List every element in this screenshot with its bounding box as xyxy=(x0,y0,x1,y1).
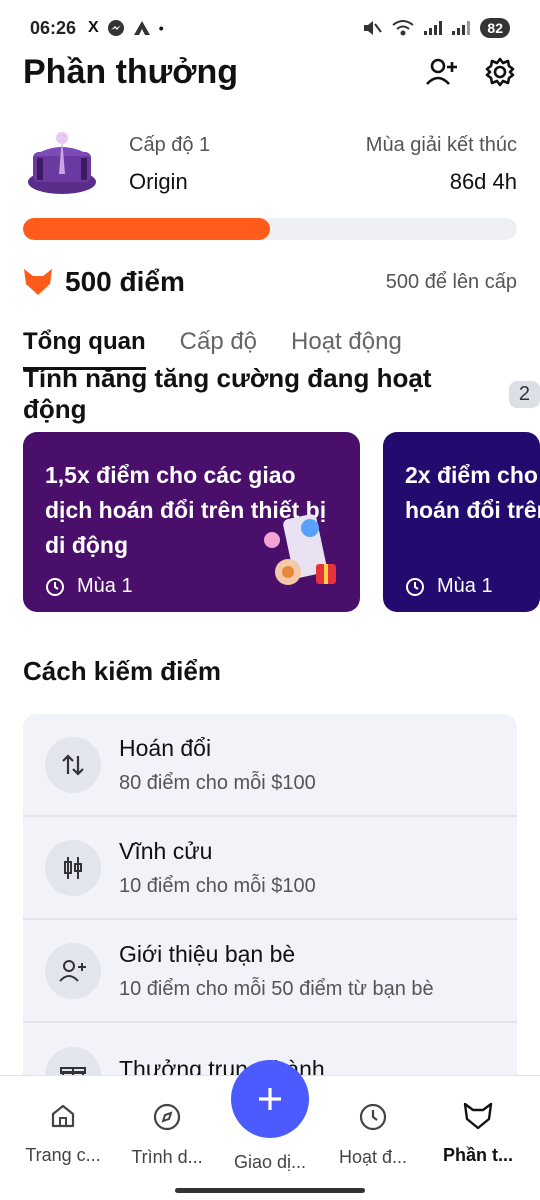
clock-icon xyxy=(46,577,64,596)
earn-item-perpetual[interactable]: Vĩnh cửu 10 điểm cho mỗi $100 xyxy=(23,817,517,920)
fox-icon xyxy=(463,1102,493,1130)
earn-item-subtitle: 10 điểm cho mỗi 50 điểm từ bạn bè xyxy=(119,977,434,1000)
level-summary[interactable]: Cấp độ 1 Origin Mùa giải kết thúc 86d 4h xyxy=(23,124,517,204)
candlestick-icon xyxy=(64,856,82,879)
boost-card-text: 2x điểm cho hoán đổi trên xyxy=(405,462,540,523)
earn-item-title: Hoán đổi xyxy=(119,734,212,761)
boost-card[interactable]: 2x điểm cho hoán đổi trên Mùa 1 xyxy=(383,432,540,612)
season-label: Mùa giải kết thúc xyxy=(365,134,517,156)
signal-icon xyxy=(424,21,443,35)
boost-card[interactable]: 1,5x điểm cho các giao dịch hoán đổi trê… xyxy=(23,432,360,612)
messenger-icon xyxy=(107,20,124,36)
boost-cards-carousel[interactable]: 1,5x điểm cho các giao dịch hoán đổi trê… xyxy=(23,432,540,612)
level-name: Origin xyxy=(129,169,188,194)
page-title: Phần thưởng xyxy=(23,52,238,91)
season-remaining: 86d 4h xyxy=(449,169,517,194)
fox-icon xyxy=(24,269,52,295)
page-header: Phần thưởng xyxy=(23,44,517,100)
add-friend-button[interactable] xyxy=(425,55,459,89)
wifi-icon xyxy=(392,20,415,36)
boost-card-season: Mùa 1 xyxy=(77,575,133,597)
nav-label: Trang c... xyxy=(25,1145,101,1165)
trade-fab-button[interactable] xyxy=(231,1060,309,1138)
level-progress-bar xyxy=(23,218,517,240)
boost-card-season: Mùa 1 xyxy=(437,575,493,597)
boosts-count-badge: 2 xyxy=(508,380,540,408)
clock-icon xyxy=(359,1103,387,1131)
level-progress-fill xyxy=(23,218,270,240)
points-value: 500 điểm xyxy=(65,266,185,297)
clock-icon xyxy=(406,577,424,596)
add-user-icon xyxy=(59,959,86,982)
earn-points-title: Cách kiếm điểm xyxy=(23,656,221,686)
level-art-icon xyxy=(28,132,96,194)
points-row: 500 điểm 500 để lên cấp xyxy=(23,262,517,302)
nav-label: Giao dị... xyxy=(233,1152,307,1172)
nav-item-activity[interactable]: Hoạt đ... xyxy=(323,1102,423,1168)
nav-label: Trình d... xyxy=(131,1147,203,1167)
compass-icon xyxy=(153,1103,181,1131)
mute-icon xyxy=(364,21,383,35)
earn-item-title: Giới thiệu bạn bè xyxy=(119,940,296,967)
nav-item-rewards[interactable]: Phần t... xyxy=(428,1102,528,1166)
boosts-header: Tính năng tăng cường đang hoạt động 2 xyxy=(23,363,540,424)
nav-label: Phần t... xyxy=(442,1145,513,1165)
points-to-next-level: 500 để lên cấp xyxy=(385,270,517,293)
level-label: Cấp độ 1 xyxy=(129,134,211,156)
signal-icon-2 xyxy=(452,21,471,35)
earn-item-swap[interactable]: Hoán đổi 80 điểm cho mỗi $100 xyxy=(23,714,517,817)
battery-indicator: 82 xyxy=(480,18,510,38)
earn-item-subtitle: 10 điểm cho mỗi $100 xyxy=(119,874,316,897)
swap-arrows-icon xyxy=(62,753,84,776)
earn-item-referral[interactable]: Giới thiệu bạn bè 10 điểm cho mỗi 50 điể… xyxy=(23,920,517,1023)
plus-icon xyxy=(259,1088,281,1110)
phone-gift-illustration xyxy=(264,514,336,585)
nav-label: Hoạt đ... xyxy=(338,1147,408,1167)
earn-item-title: Vĩnh cửu xyxy=(119,837,213,864)
notification-icons: X • xyxy=(88,19,164,37)
x-app-icon: X xyxy=(88,19,99,36)
add-user-icon xyxy=(426,58,457,85)
more-notifications-dot: • xyxy=(158,20,164,36)
home-indicator[interactable] xyxy=(175,1188,365,1193)
nav-item-browser[interactable]: Trình d... xyxy=(117,1102,217,1168)
boosts-title: Tính năng tăng cường đang hoạt động xyxy=(23,363,432,424)
home-icon xyxy=(51,1104,75,1128)
bottom-navigation: Trang c... Trình d... Giao dị... Hoạt đ.… xyxy=(0,1060,540,1200)
gear-icon xyxy=(485,57,515,87)
earn-item-subtitle: 80 điểm cho mỗi $100 xyxy=(119,771,316,794)
status-time: 06:26 xyxy=(30,17,77,38)
app-a-icon xyxy=(133,21,150,35)
nav-item-home[interactable]: Trang c... xyxy=(13,1102,113,1166)
settings-button[interactable] xyxy=(483,55,517,89)
